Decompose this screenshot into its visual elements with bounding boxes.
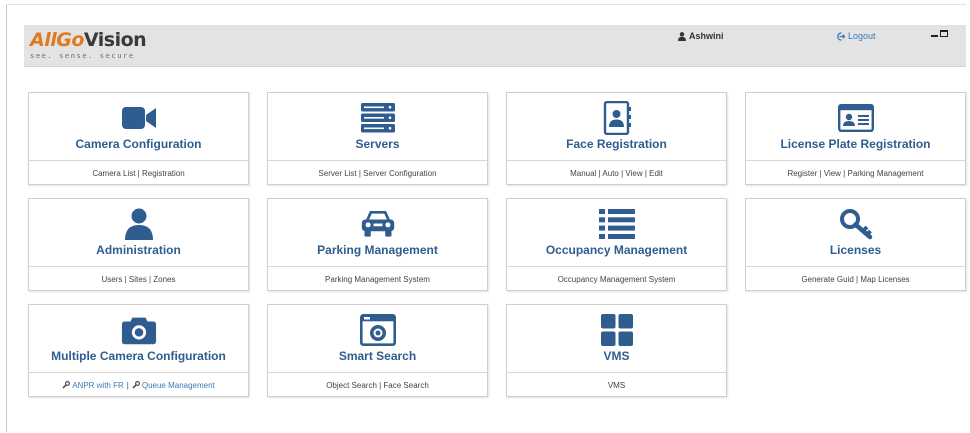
key-icon	[838, 208, 874, 240]
tile-subtitle[interactable]: Server List | Server Configuration	[268, 161, 487, 185]
tile-title: Servers	[355, 137, 400, 151]
tile-multiple-camera-configuration[interactable]: Multiple Camera Configuration ANPR with …	[28, 304, 249, 397]
tile-title: Parking Management	[317, 243, 438, 257]
separator: |	[126, 380, 129, 390]
server-stack-icon	[360, 102, 396, 134]
logout-icon	[837, 31, 845, 41]
tile-licenses[interactable]: Licenses Generate Guid | Map Licenses	[745, 198, 966, 291]
photo-camera-icon	[121, 314, 157, 346]
user-icon	[678, 31, 686, 41]
tile-subtitle[interactable]: Manual | Auto | View | Edit	[507, 161, 726, 185]
tile-subtitle: ANPR with FR | Queue Management	[29, 373, 248, 397]
tile-license-plate-registration[interactable]: License Plate Registration Register | Vi…	[745, 92, 966, 185]
id-card-icon	[837, 102, 874, 134]
logout-label: Logout	[848, 31, 876, 41]
queue-management-link[interactable]: Queue Management	[132, 381, 215, 390]
video-camera-icon	[121, 102, 157, 134]
logo-text-allgo: AllGo	[30, 29, 84, 51]
logo-tagline: see. sense. secure	[30, 52, 135, 60]
allgovision-logo[interactable]: AllGoVision see. sense. secure	[30, 29, 147, 60]
anpr-with-fr-link[interactable]: ANPR with FR	[62, 381, 124, 390]
tile-subtitle[interactable]: Register | View | Parking Management	[746, 161, 965, 185]
tile-smart-search[interactable]: Smart Search Object Search | Face Search	[267, 304, 488, 397]
minimize-icon[interactable]	[931, 34, 938, 37]
tile-title: Occupancy Management	[545, 243, 688, 257]
list-icon	[598, 208, 635, 240]
tile-subtitle[interactable]: Occupancy Management System	[507, 267, 726, 291]
grid-icon	[599, 314, 635, 346]
contact-book-icon	[599, 101, 635, 135]
tile-parking-management[interactable]: Parking Management Parking Management Sy…	[267, 198, 488, 291]
logout-link[interactable]: Logout	[836, 31, 876, 41]
tile-title: Licenses	[829, 243, 882, 257]
tile-title: Multiple Camera Configuration	[51, 349, 226, 363]
tile-title: Camera Configuration	[75, 137, 202, 151]
camera-frame-icon	[359, 314, 396, 346]
top-header: AllGoVision see. sense. secure Ashwini L…	[24, 25, 966, 67]
tile-vms[interactable]: VMS VMS	[506, 304, 727, 397]
maximize-icon[interactable]	[940, 30, 948, 37]
user-icon	[121, 208, 157, 240]
tile-face-registration[interactable]: Face Registration Manual | Auto | View |…	[506, 92, 727, 185]
tile-subtitle[interactable]: Generate Guid | Map Licenses	[746, 267, 965, 291]
tile-occupancy-management[interactable]: Occupancy Management Occupancy Managemen…	[506, 198, 727, 291]
tile-servers[interactable]: Servers Server List | Server Configurati…	[267, 92, 488, 185]
tile-subtitle[interactable]: Parking Management System	[268, 267, 487, 291]
tile-subtitle[interactable]: Object Search | Face Search	[268, 373, 487, 397]
car-icon	[360, 208, 396, 240]
logo-text-vision: Vision	[83, 29, 147, 51]
tile-title: Face Registration	[566, 137, 667, 151]
tile-subtitle[interactable]: Users | Sites | Zones	[29, 267, 248, 291]
window-controls[interactable]	[931, 30, 948, 37]
tile-administration[interactable]: Administration Users | Sites | Zones	[28, 198, 249, 291]
tile-subtitle[interactable]: Camera List | Registration	[29, 161, 248, 185]
tile-camera-configuration[interactable]: Camera Configuration Camera List | Regis…	[28, 92, 249, 185]
wrench-icon	[132, 381, 140, 389]
user-name: Ashwini	[689, 31, 724, 41]
tile-title: Administration	[96, 243, 181, 257]
user-menu[interactable]: Ashwini	[678, 31, 724, 41]
tile-title: License Plate Registration	[780, 137, 931, 151]
tile-title: VMS	[603, 349, 630, 363]
tile-title: Smart Search	[338, 349, 417, 363]
tile-subtitle[interactable]: VMS	[507, 373, 726, 397]
wrench-icon	[62, 381, 71, 389]
